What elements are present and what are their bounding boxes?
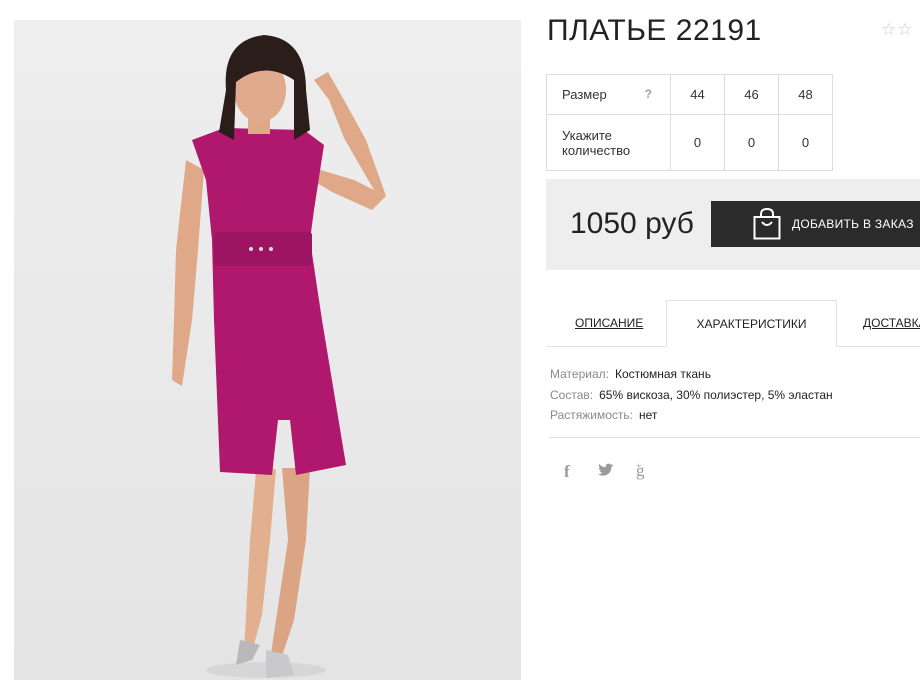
size-44: 44: [670, 74, 725, 115]
size-table: Размер ? 44 46 48 Укажите количество 0 0…: [546, 74, 833, 171]
size-48: 48: [778, 74, 833, 115]
spec-row-material: Материал: Костюмная ткань: [550, 367, 711, 381]
quantity-44-input[interactable]: 0: [670, 114, 725, 171]
divider: [549, 437, 920, 438]
product-tabs: ОПИСАНИЕ ХАРАКТЕРИСТИКИ ДОСТАВКА: [546, 300, 920, 347]
size-label: Размер ?: [546, 74, 671, 115]
tab-characteristics[interactable]: ХАРАКТЕРИСТИКИ: [666, 300, 837, 347]
product-title: ПЛАТЬЕ 22191: [547, 14, 762, 47]
price-box: 1050 руб ДОБАВИТЬ В ЗАКАЗ: [546, 179, 920, 270]
specs-list: Материал: Костюмная ткань Состав: 65% виск…: [550, 364, 833, 426]
shopping-bag-icon: [753, 207, 781, 243]
spec-row-composition: Состав: 65% вискоза, 30% полиэстер, 5% эл…: [550, 387, 833, 402]
size-46: 46: [724, 74, 779, 115]
tab-delivery[interactable]: ДОСТАВКА: [863, 300, 920, 346]
size-help-icon[interactable]: ?: [645, 87, 652, 101]
facebook-icon[interactable]: f: [564, 462, 570, 482]
quantity-row: Укажите количество 0 0 0: [546, 114, 833, 171]
rating-stars-icon[interactable]: ☆☆: [881, 20, 913, 40]
size-row: Размер ? 44 46 48: [546, 74, 833, 115]
quantity-label: Укажите количество: [546, 114, 671, 171]
quantity-48-input[interactable]: 0: [778, 114, 833, 171]
quantity-46-input[interactable]: 0: [724, 114, 779, 171]
google-plus-icon[interactable]: g +: [636, 461, 645, 481]
tab-description[interactable]: ОПИСАНИЕ: [575, 300, 643, 346]
add-to-order-button[interactable]: ДОБАВИТЬ В ЗАКАЗ: [711, 201, 920, 247]
twitter-icon[interactable]: [598, 463, 614, 482]
product-photo[interactable]: [14, 20, 521, 680]
spec-row-stretch: Растяжимость: нет: [550, 408, 658, 422]
add-to-order-label: ДОБАВИТЬ В ЗАКАЗ: [792, 217, 914, 231]
price: 1050 руб: [570, 207, 694, 240]
